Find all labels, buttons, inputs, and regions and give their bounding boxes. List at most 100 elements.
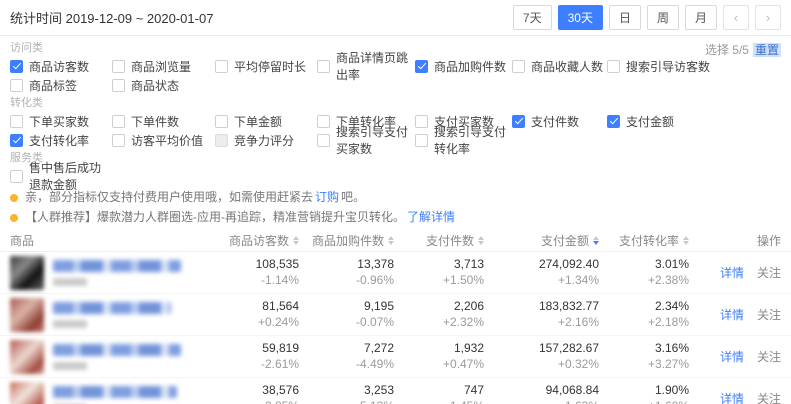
checkbox-icon <box>112 60 125 73</box>
range-month-button[interactable]: 月 <box>685 5 717 30</box>
checkbox-search-visitors[interactable]: 搜索引导访客数 <box>607 58 781 74</box>
range-week-button[interactable]: 周 <box>647 5 679 30</box>
checkbox-item-pageviews[interactable]: 商品浏览量 <box>112 58 215 74</box>
column-header-cart-adds[interactable]: 商品加购件数 <box>299 232 394 249</box>
item-data-table: 商品 商品访客数 商品加购件数 支付件数 支付金额 支付转化率 操作 108,5… <box>0 230 791 404</box>
product-thumbnail <box>10 382 44 404</box>
checkbox-pay-amount[interactable]: 支付金额 <box>607 113 781 129</box>
column-header-actions: 操作 <box>689 232 781 249</box>
range-day-button[interactable]: 日 <box>609 5 641 30</box>
checkbox-icon <box>112 134 125 147</box>
detail-link[interactable]: 详情 <box>720 392 744 404</box>
checkbox-icon <box>415 115 428 128</box>
visitors-cell: 38,576-2.85% <box>187 384 299 404</box>
checkbox-icon <box>112 79 125 92</box>
checkbox-label: 商品访客数 <box>29 58 89 75</box>
checkbox-label: 商品标签 <box>29 77 77 94</box>
product-thumbnail <box>10 256 44 290</box>
product-cell[interactable] <box>10 256 187 290</box>
follow-link[interactable]: 关注 <box>757 392 781 404</box>
checkbox-icon <box>415 134 428 147</box>
column-header-pay-amount[interactable]: 支付金额 <box>484 232 599 249</box>
pay-amount-cell: 157,282.67+0.32% <box>484 342 599 371</box>
checkbox-avg-stay-time[interactable]: 平均停留时长 <box>215 58 317 74</box>
reset-link[interactable]: 重置 <box>753 43 781 57</box>
product-subtitle-blurred <box>53 278 87 286</box>
product-cell[interactable] <box>10 382 187 404</box>
checkbox-search-pay-rate[interactable]: 搜索引导支付转化率 <box>415 132 512 148</box>
visitors-cell: 59,819-2.61% <box>187 342 299 371</box>
detail-link[interactable]: 详情 <box>720 350 744 364</box>
checkbox-detail-bounce-rate[interactable]: 商品详情页跳出率 <box>317 58 415 74</box>
detail-link[interactable]: 详情 <box>720 308 744 322</box>
table-row: 59,819-2.61% 7,272-4.49% 1,932+0.47% 157… <box>0 336 791 378</box>
checkbox-label: 下单买家数 <box>29 113 89 130</box>
checkbox-label: 支付件数 <box>531 113 579 130</box>
notice-text: 【人群推荐】爆款潜力人群圈选-应用-再追踪，精准营销提升宝贝转化。 <box>25 211 405 224</box>
column-header-label: 支付转化率 <box>619 232 679 249</box>
visit-metric-grid: 商品访客数 商品浏览量 平均停留时长 商品详情页跳出率 商品加购件数 商品收藏人… <box>10 58 781 93</box>
checkbox-icon <box>215 60 228 73</box>
checkbox-search-pay-buyers[interactable]: 搜索引导支付买家数 <box>317 132 415 148</box>
cart-adds-cell: 3,253-5.13% <box>299 384 394 404</box>
product-info <box>53 260 181 286</box>
checkbox-refund-amount[interactable]: 售中售后成功退款金额 <box>10 168 112 184</box>
checkbox-icon <box>215 134 228 147</box>
detail-link[interactable]: 详情 <box>720 266 744 280</box>
subscribe-link[interactable]: 订购 <box>315 191 339 204</box>
actions-cell: 详情关注 <box>689 348 781 365</box>
pay-qty-cell: 3,713+1.50% <box>394 258 484 287</box>
pay-rate-cell: 2.34%+2.18% <box>599 300 689 329</box>
checkbox-order-qty[interactable]: 下单件数 <box>112 113 215 129</box>
range-30d-button[interactable]: 30天 <box>558 5 603 30</box>
checkbox-item-tags[interactable]: 商品标签 <box>10 77 112 93</box>
checkbox-pay-qty[interactable]: 支付件数 <box>512 113 607 129</box>
checkbox-favorites[interactable]: 商品收藏人数 <box>512 58 607 74</box>
follow-link[interactable]: 关注 <box>757 308 781 322</box>
product-thumbnail <box>10 340 44 374</box>
range-7d-button[interactable]: 7天 <box>513 5 552 30</box>
checkbox-icon <box>607 60 620 73</box>
follow-link[interactable]: 关注 <box>757 266 781 280</box>
checkbox-pay-rate[interactable]: 支付转化率 <box>10 132 112 148</box>
cart-adds-cell: 9,195-0.07% <box>299 300 394 329</box>
column-header-product: 商品 <box>10 232 187 249</box>
product-cell[interactable] <box>10 298 187 332</box>
selection-count: 选择 5/5重置 <box>705 41 781 58</box>
item-analysis-page: 统计时间 2019-12-09 ~ 2020-01-07 7天 30天 日 周 … <box>0 0 791 404</box>
next-period-button[interactable]: › <box>755 5 781 30</box>
column-header-pay-qty[interactable]: 支付件数 <box>394 232 484 249</box>
checkbox-label: 平均停留时长 <box>234 58 306 75</box>
checkbox-icon <box>10 134 23 147</box>
service-metric-grid: 售中售后成功退款金额 <box>10 168 781 184</box>
checkbox-icon <box>10 79 23 92</box>
checkbox-label: 访客平均价值 <box>131 132 203 149</box>
checkbox-icon <box>112 115 125 128</box>
column-header-label: 支付金额 <box>541 232 589 249</box>
checkbox-visitor-avg-value[interactable]: 访客平均价值 <box>112 132 215 148</box>
checkbox-order-buyers[interactable]: 下单买家数 <box>10 113 112 129</box>
column-header-visitors[interactable]: 商品访客数 <box>187 232 299 249</box>
checkbox-cart-adds[interactable]: 商品加购件数 <box>415 58 512 74</box>
checkbox-competitiveness-score: 竞争力评分 <box>215 132 317 148</box>
prev-period-button[interactable]: ‹ <box>723 5 749 30</box>
cart-adds-cell: 13,378-0.96% <box>299 258 394 287</box>
pay-rate-cell: 3.01%+2.38% <box>599 258 689 287</box>
actions-cell: 详情 关注 <box>689 390 781 404</box>
visitors-cell: 108,535-1.14% <box>187 258 299 287</box>
checkbox-label: 商品状态 <box>131 77 179 94</box>
product-title-blurred <box>53 302 171 314</box>
column-header-pay-rate[interactable]: 支付转化率 <box>599 232 689 249</box>
product-cell[interactable] <box>10 340 187 374</box>
follow-link[interactable]: 关注 <box>757 350 781 364</box>
checkbox-label: 商品收藏人数 <box>531 58 603 75</box>
checkbox-order-amount[interactable]: 下单金额 <box>215 113 317 129</box>
checkbox-item-visitors[interactable]: 商品访客数 <box>10 58 112 74</box>
group-label-conversion: 转化类 <box>10 97 781 109</box>
crowd-recommendation-notice: 【人群推荐】爆款潜力人群圈选-应用-再追踪，精准营销提升宝贝转化。 了解详情 <box>10 211 781 224</box>
checkbox-item-status[interactable]: 商品状态 <box>112 77 215 93</box>
checkbox-icon <box>317 60 330 73</box>
checkbox-icon <box>10 60 23 73</box>
pay-amount-cell: 274,092.40+1.34% <box>484 258 599 287</box>
learn-more-link[interactable]: 了解详情 <box>407 211 455 224</box>
